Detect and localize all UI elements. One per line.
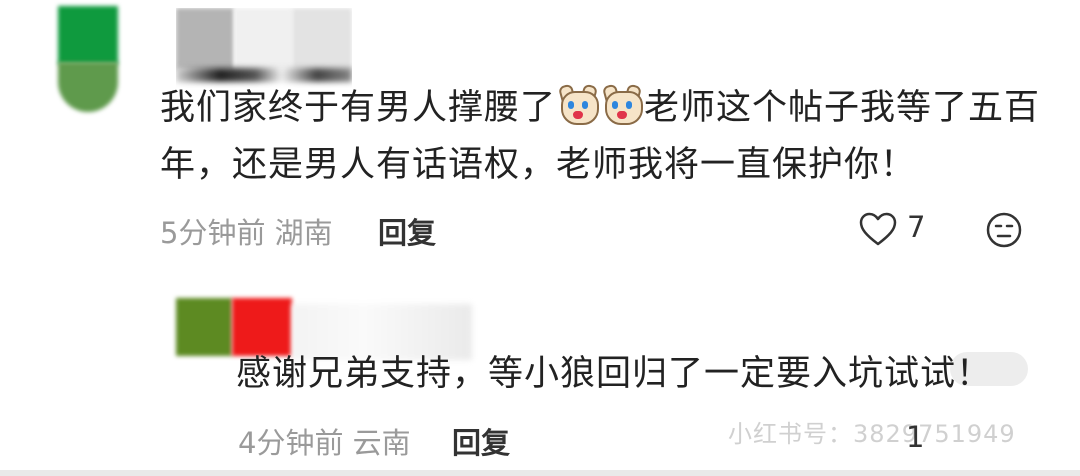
watermark: 小红书号：3829751949 [728,420,1016,448]
comment-text-part1: 我们家终于有男人撑腰了 [160,88,557,128]
comment-text[interactable]: 我们家终于有男人撑腰了 老师这个帖子我等了五百 年，还是男人有话语权，老师我将一直… [160,80,1060,194]
crying-dog-emoji-icon [601,83,644,125]
divider [0,470,1080,476]
reply-avatar[interactable] [176,298,232,356]
expressionless-face-icon[interactable] [986,212,1022,248]
censored-username[interactable] [176,8,352,88]
comment-text-line2: 年，还是男人有话语权，老师我将一直保护你！ [160,145,917,185]
reply-location: 云南 [352,426,411,460]
comment-meta: 5分钟前 湖南 [160,210,333,252]
avatar-lower [58,62,118,112]
reply-button[interactable]: 回复 [452,420,510,462]
like-count: 7 [907,210,926,244]
censor-block [234,8,292,70]
reply-button[interactable]: 回复 [378,210,436,252]
comment-text-part2: 老师这个帖子我等了五百 [644,88,1041,128]
censor-block [176,8,234,70]
comment-location: 湖南 [274,216,333,250]
reply-like-count: 1 [906,420,925,454]
reply-text[interactable]: 感谢兄弟支持，等小狼回归了一定要入坑试试！ [236,346,1056,403]
crying-dog-emoji-icon [557,83,600,125]
reply-meta: 4分钟前 云南 [238,420,411,462]
reply-time: 4分钟前 [238,426,344,460]
heart-icon[interactable] [858,210,898,250]
censor-block [292,8,352,70]
avatar[interactable] [58,6,118,64]
comment-time: 5分钟前 [160,216,266,250]
